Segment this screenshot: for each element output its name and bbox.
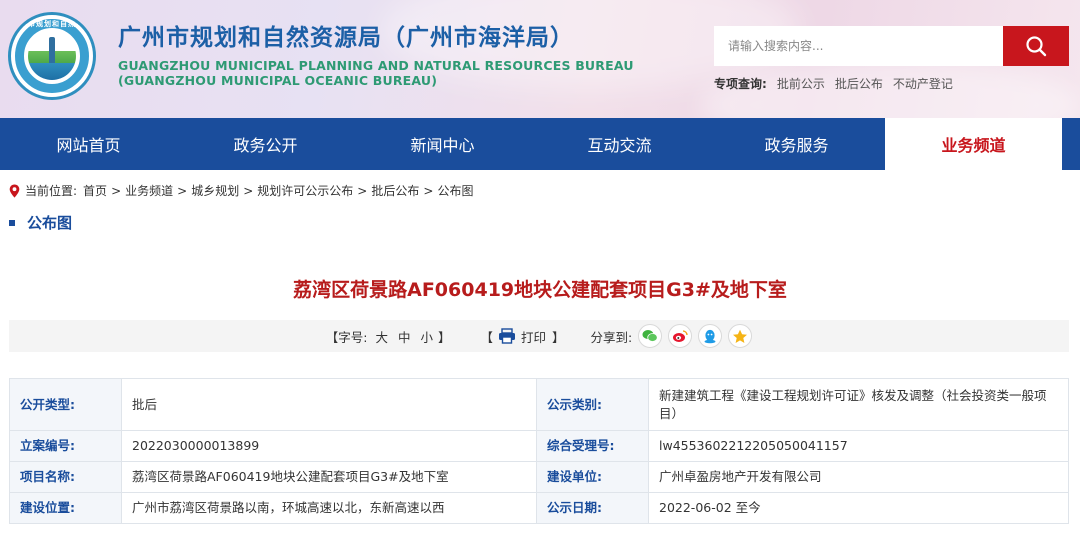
- location-pin-icon: [9, 184, 20, 197]
- special-query-link-estate[interactable]: 不动产登记: [893, 75, 953, 92]
- print-label: 打印: [521, 329, 547, 345]
- field-label-location: 建设位置:: [9, 492, 122, 524]
- section-marker: [9, 219, 15, 226]
- nav-item-business[interactable]: 业务频道: [885, 118, 1062, 170]
- nav-item-news[interactable]: 新闻中心: [354, 118, 531, 170]
- font-size-small[interactable]: 小: [420, 327, 433, 346]
- site-title-cn: 广州市规划和自然资源局（广州市海洋局）: [118, 25, 574, 51]
- field-label-project-name: 项目名称:: [9, 461, 122, 493]
- site-header: 广州市规划和自然资源 广州市规划和自然资源局（广州市海洋局） GUANGZHOU…: [0, 0, 1080, 118]
- breadcrumb-item-current[interactable]: 公布图: [437, 182, 473, 199]
- qq-icon[interactable]: [698, 324, 723, 348]
- breadcrumb-separator: >: [243, 183, 254, 198]
- field-value-developer: 广州卓盈房地产开发有限公司: [648, 461, 1069, 493]
- special-query-link-pre[interactable]: 批前公示: [777, 75, 825, 92]
- field-label-disclosure-type: 公开类型:: [9, 378, 122, 431]
- field-value-location: 广州市荔湾区荷景路以南，环城高速以北，东新高速以西: [121, 492, 537, 524]
- field-label-notice-category: 公示类别:: [536, 378, 649, 431]
- nav-item-home[interactable]: 网站首页: [0, 118, 177, 170]
- field-value-case-number: 2022030000013899: [121, 430, 537, 462]
- breadcrumb-item-post-approval[interactable]: 批后公布: [371, 182, 419, 199]
- logo-text: 广州市规划和自然资源: [12, 20, 92, 28]
- breadcrumb-item-permits[interactable]: 规划许可公示公布: [257, 182, 353, 199]
- article-toolbar: 【字号: 大 中 小 】 【 打印 】 分享到:: [9, 320, 1069, 352]
- font-size-large[interactable]: 大: [375, 327, 388, 346]
- breadcrumb-separator: >: [423, 183, 434, 198]
- special-query-link-post[interactable]: 批后公布: [835, 75, 883, 92]
- field-label-notice-date: 公示日期:: [536, 492, 649, 524]
- breadcrumb-prefix: 当前位置:: [25, 184, 78, 198]
- share-controls: 分享到:: [591, 324, 753, 348]
- table-row: 公开类型: 批后 公示类别: 新建建筑工程《建设工程规划许可证》核发及调整（社会…: [9, 378, 1069, 431]
- print-button[interactable]: 【 打印 】: [481, 327, 565, 346]
- special-query-label: 专项查询:: [714, 77, 767, 91]
- field-value-project-name: 荔湾区荷景路AF060419地块公建配套项目G3#及地下室: [121, 461, 537, 493]
- font-size-controls: 【字号: 大 中 小 】: [326, 327, 451, 346]
- share-label: 分享到:: [590, 329, 633, 345]
- breadcrumb-item-business[interactable]: 业务频道: [125, 182, 173, 199]
- font-size-label: 【字号:: [325, 329, 368, 345]
- search-button[interactable]: [1003, 26, 1069, 66]
- field-value-notice-date: 2022-06-02 至今: [648, 492, 1069, 524]
- section-title: 公布图: [27, 214, 73, 232]
- field-label-developer: 建设单位:: [536, 461, 649, 493]
- table-row: 建设位置: 广州市荔湾区荷景路以南，环城高速以北，东新高速以西 公示日期: 20…: [9, 492, 1069, 524]
- field-label-case-number: 立案编号:: [9, 430, 122, 462]
- search-input[interactable]: [714, 26, 1003, 66]
- site-title-en: GUANGZHOU MUNICIPAL PLANNING AND NATURAL…: [118, 58, 634, 73]
- field-value-acceptance-number: lw455360221220505004115​7: [648, 430, 1069, 462]
- logo-tower: [49, 37, 55, 63]
- nav-filler: [1062, 118, 1080, 170]
- nav-item-services[interactable]: 政务服务: [708, 118, 885, 170]
- font-size-close: 】: [437, 329, 451, 345]
- section-heading: 公布图: [9, 212, 72, 233]
- breadcrumb-separator: >: [111, 183, 122, 198]
- bureau-logo[interactable]: 广州市规划和自然资源: [8, 12, 96, 100]
- breadcrumb-item-home[interactable]: 首页: [83, 182, 107, 199]
- table-row: 立案编号: 2022030000013899 综合受理号: lw45536022…: [9, 430, 1069, 462]
- field-value-notice-category: 新建建筑工程《建设工程规划许可证》核发及调整（社会投资类一般项目）: [648, 378, 1069, 431]
- field-label-acceptance-number: 综合受理号:: [536, 430, 649, 462]
- print-open: 【: [480, 329, 494, 345]
- field-value-disclosure-type: 批后: [121, 378, 537, 431]
- font-size-medium[interactable]: 中: [398, 327, 411, 346]
- nav-item-gov-affairs[interactable]: 政务公开: [177, 118, 354, 170]
- search-icon: [1026, 36, 1047, 57]
- site-title-en-sub: (GUANGZHOU MUNICIPAL OCEANIC BUREAU): [118, 73, 438, 88]
- breadcrumb-separator: >: [357, 183, 368, 198]
- qzone-icon[interactable]: [728, 324, 753, 348]
- table-row: 项目名称: 荔湾区荷景路AF060419地块公建配套项目G3#及地下室 建设单位…: [9, 461, 1069, 493]
- breadcrumb-item-planning[interactable]: 城乡规划: [191, 182, 239, 199]
- project-info-table: 公开类型: 批后 公示类别: 新建建筑工程《建设工程规划许可证》核发及调整（社会…: [9, 378, 1069, 524]
- nav-item-interaction[interactable]: 互动交流: [531, 118, 708, 170]
- wechat-icon[interactable]: [638, 324, 663, 348]
- breadcrumb: 当前位置: 首页 > 业务频道 > 城乡规划 > 规划许可公示公布 > 批后公布…: [9, 182, 473, 199]
- article-title: 荔湾区荷景路AF060419地块公建配套项目G3#及地下室: [293, 279, 787, 301]
- main-nav: 网站首页 政务公开 新闻中心 互动交流 政务服务 业务频道: [0, 118, 1080, 170]
- special-query: 专项查询: 批前公示 批后公布 不动产登记: [714, 75, 953, 92]
- breadcrumb-separator: >: [177, 183, 188, 198]
- printer-icon: [499, 328, 516, 344]
- weibo-icon[interactable]: [668, 324, 693, 348]
- print-close: 】: [552, 329, 565, 345]
